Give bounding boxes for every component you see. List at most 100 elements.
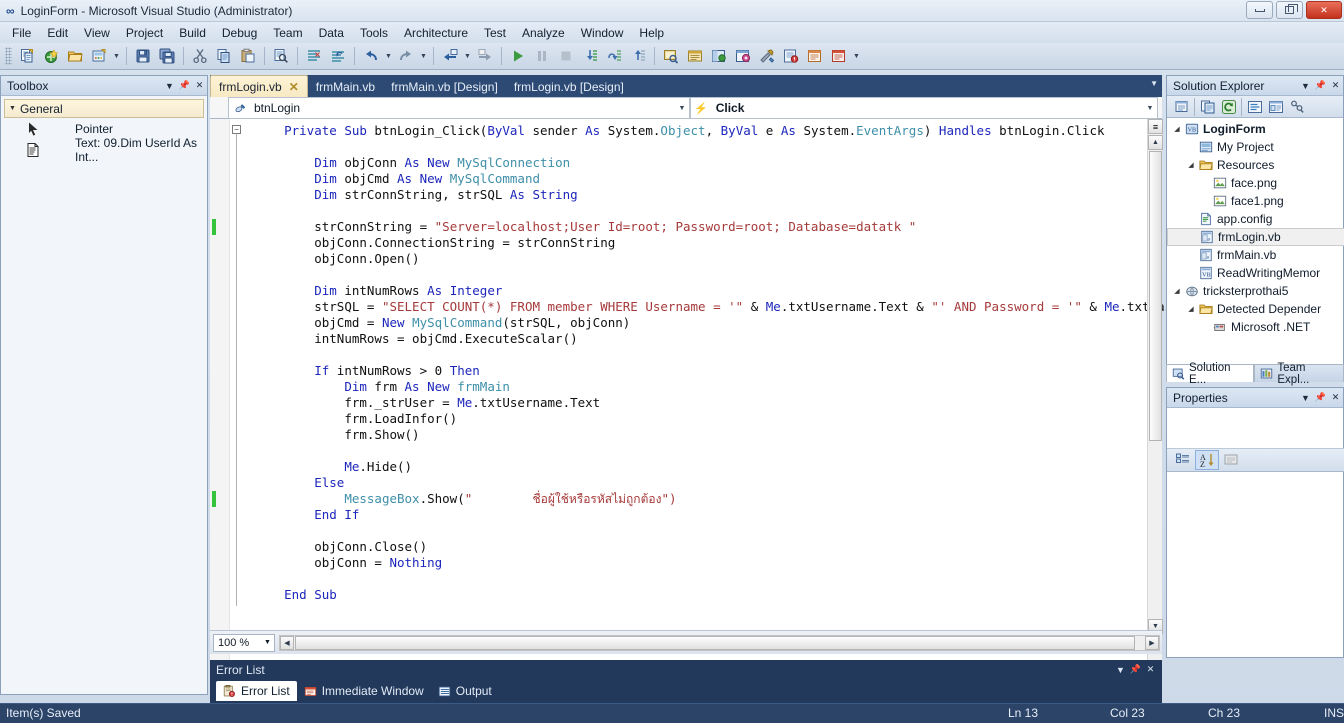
editor-tab-frmmain-vb-design-[interactable]: frmMain.vb [Design] [383, 76, 506, 97]
properties-window-icon[interactable] [684, 45, 706, 67]
navigate-backward-dropdown-icon[interactable]: ▼ [462, 45, 473, 67]
solution-tree-item-readwritingmemor[interactable]: VB ReadWritingMemor [1167, 264, 1344, 282]
undo-dropdown-icon[interactable]: ▼ [383, 45, 394, 67]
chevron-down-icon[interactable]: ▼ [1298, 390, 1313, 405]
expander-icon[interactable]: ◢ [1185, 161, 1197, 169]
open-file-icon[interactable] [64, 45, 86, 67]
tab-overflow-icon[interactable]: ▼ [1150, 79, 1158, 88]
chevron-down-icon[interactable]: ▼ [261, 639, 274, 646]
paste-icon[interactable] [237, 45, 259, 67]
view-designer-icon[interactable] [1265, 97, 1286, 116]
show-all-files-icon[interactable] [1197, 97, 1218, 116]
event-dropdown[interactable]: ⚡ Click ▼ [690, 97, 1158, 119]
find-icon[interactable] [270, 45, 292, 67]
toolbar-overflow-icon[interactable]: ▼ [851, 45, 862, 67]
solution-tree-item-resources[interactable]: ◢ Resources [1167, 156, 1344, 174]
property-pages-icon[interactable] [1219, 450, 1243, 470]
pin-icon[interactable]: 📌 [177, 78, 192, 93]
editor-tab-frmlogin-vb[interactable]: frmLogin.vb ✕ [210, 75, 308, 97]
solution-explorer-icon[interactable] [660, 45, 682, 67]
expander-icon[interactable]: ◢ [1171, 287, 1183, 295]
menu-item-edit[interactable]: Edit [39, 24, 76, 42]
close-icon[interactable]: ✕ [1143, 662, 1158, 677]
chevron-down-icon[interactable]: ▼ [1113, 662, 1128, 677]
se-tab-team-expl-[interactable]: Team Expl... [1254, 362, 1344, 386]
add-existing-item-dropdown-icon[interactable]: ▼ [111, 45, 122, 67]
copy-icon[interactable] [213, 45, 235, 67]
object-browser-icon[interactable] [708, 45, 730, 67]
cut-icon[interactable] [189, 45, 211, 67]
categorized-icon[interactable] [1171, 450, 1195, 470]
redo-icon[interactable] [395, 45, 417, 67]
outlining-margin[interactable] [230, 119, 252, 704]
refresh-icon[interactable] [1218, 97, 1239, 116]
error-panel-tab-error-list[interactable]: Error List [216, 681, 297, 701]
new-project-icon[interactable] [16, 45, 38, 67]
chevron-down-icon[interactable]: ▼ [162, 78, 177, 93]
tools-icon[interactable] [756, 45, 778, 67]
navigate-forward-icon[interactable] [474, 45, 496, 67]
class-view-icon[interactable] [1286, 97, 1307, 116]
solution-tree-item-microsoft-net[interactable]: Microsoft .NET [1167, 318, 1344, 336]
chevron-down-icon[interactable]: ▼ [675, 105, 689, 112]
scroll-right-button[interactable]: ▶ [1145, 635, 1159, 650]
solution-tree-item-detected-depender[interactable]: ◢ Detected Depender [1167, 300, 1344, 318]
editor-horizontal-scrollbar[interactable]: ◀ ▶ [279, 634, 1160, 651]
menu-item-tools[interactable]: Tools [352, 24, 396, 42]
minimize-button[interactable] [1246, 1, 1273, 19]
zoom-level-selector[interactable]: 100 % ▼ [213, 633, 275, 652]
error-panel-tab-immediate-window[interactable]: Immediate Window [297, 681, 431, 701]
pin-icon[interactable]: 📌 [1128, 662, 1143, 677]
menu-item-test[interactable]: Test [476, 24, 514, 42]
start-debugging-icon[interactable] [507, 45, 529, 67]
solution-tree-item-my-project[interactable]: My Project [1167, 138, 1344, 156]
view-code-icon[interactable] [1244, 97, 1265, 116]
undo-icon[interactable] [360, 45, 382, 67]
solution-tree-item-loginform[interactable]: ◢ VB LoginForm [1167, 120, 1344, 138]
toolbar-grip[interactable] [5, 47, 12, 65]
close-icon[interactable]: ✕ [192, 78, 207, 93]
horizontal-scroll-thumb[interactable] [295, 635, 1135, 650]
alphabetical-icon[interactable]: AZ [1195, 450, 1219, 470]
vertical-scroll-thumb[interactable] [1149, 151, 1162, 441]
comment-icon[interactable] [303, 45, 325, 67]
collapse-region-icon[interactable]: − [232, 125, 241, 134]
toolbox-icon[interactable] [732, 45, 754, 67]
toolbox-group-general[interactable]: ▼ General [4, 99, 204, 118]
close-icon[interactable]: ✕ [1328, 78, 1343, 93]
solution-tree-item-tricksterprothai5[interactable]: ◢ tricksterprothai5 [1167, 282, 1344, 300]
add-new-item-icon[interactable] [40, 45, 62, 67]
uncomment-icon[interactable] [327, 45, 349, 67]
editor-tab-frmlogin-vb-design-[interactable]: frmLogin.vb [Design] [506, 76, 632, 97]
solution-tree-item-face-png[interactable]: face.png [1167, 174, 1344, 192]
immediate-window-icon[interactable] [828, 45, 850, 67]
member-dropdown[interactable]: btnLogin ▼ [228, 97, 690, 119]
error-panel-tab-output[interactable]: Output [431, 681, 499, 701]
pin-icon[interactable]: 📌 [1313, 390, 1328, 405]
solution-tree-item-app-config[interactable]: app.config [1167, 210, 1344, 228]
step-over-icon[interactable] [603, 45, 625, 67]
solution-tree[interactable]: ◢ VB LoginForm My Project ◢ Resources face.png… [1167, 120, 1344, 358]
split-view-handle[interactable]: ≡ [1148, 119, 1163, 134]
expander-icon[interactable]: ◢ [1171, 125, 1183, 133]
redo-dropdown-icon[interactable]: ▼ [418, 45, 429, 67]
editor-vertical-scrollbar[interactable]: ≡ ▲ ▼ [1147, 119, 1163, 704]
step-out-icon[interactable] [627, 45, 649, 67]
toolbox-item-text-snippet[interactable]: Text: 09.Dim UserId As Int... [1, 136, 207, 164]
pin-icon[interactable]: 📌 [1313, 78, 1328, 93]
menu-item-view[interactable]: View [76, 24, 118, 42]
stop-icon[interactable] [555, 45, 577, 67]
scroll-left-button[interactable]: ◀ [280, 635, 294, 650]
output-icon[interactable] [804, 45, 826, 67]
chevron-down-icon[interactable]: ▼ [1298, 78, 1313, 93]
navigate-backward-icon[interactable] [439, 45, 461, 67]
pause-icon[interactable] [531, 45, 553, 67]
editor-tab-frmmain-vb[interactable]: frmMain.vb [308, 76, 383, 97]
menu-item-help[interactable]: Help [631, 24, 672, 42]
menu-item-analyze[interactable]: Analyze [514, 24, 573, 42]
menu-item-debug[interactable]: Debug [214, 24, 265, 42]
add-existing-item-icon[interactable] [88, 45, 110, 67]
close-button[interactable]: ✕ [1306, 1, 1342, 19]
scroll-up-button[interactable]: ▲ [1148, 135, 1163, 150]
restore-button[interactable] [1276, 1, 1303, 19]
